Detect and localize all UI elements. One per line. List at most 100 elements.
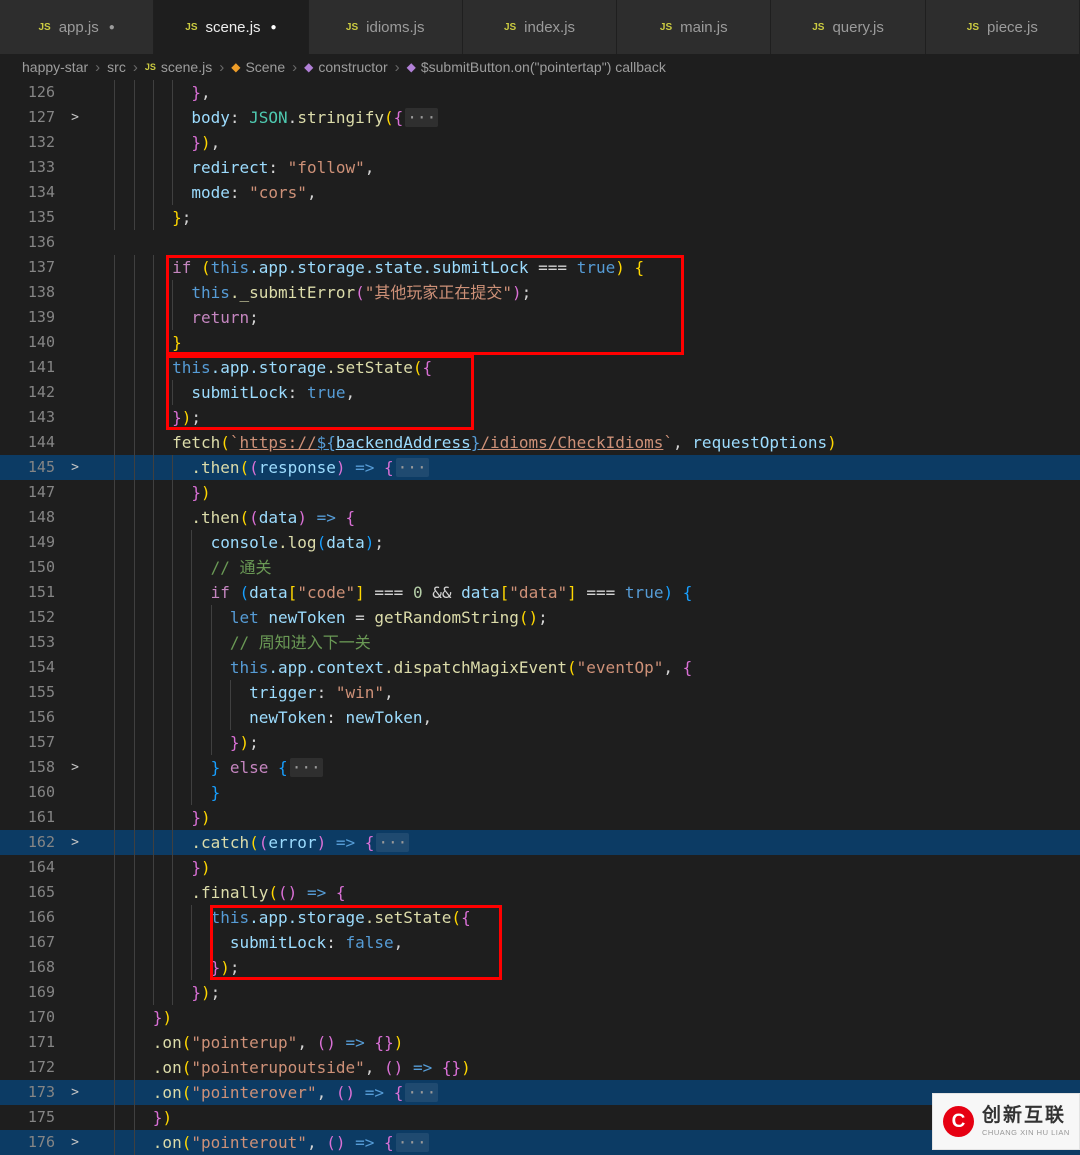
breadcrumb-item[interactable]: src [107,59,126,75]
code-line-154[interactable]: 154 this.app.context.dispatchMagixEvent(… [0,655,1080,680]
breadcrumb-label: $submitButton.on("pointertap") callback [420,59,666,75]
code-text: }); [229,733,259,752]
code-line-134[interactable]: 134 mode: "cors", [0,180,1080,205]
line-number: 164 [27,858,55,876]
code-text: }) [191,808,211,827]
tab-index.js[interactable]: JS index.js [462,0,618,54]
tab-bar: JS app.js ● JS scene.js ● JS idioms.js JS index.j… [0,0,1080,54]
code-line-169[interactable]: 169 }); [0,980,1080,1005]
line-number: 139 [27,308,55,326]
code-line-161[interactable]: 161 }) [0,805,1080,830]
tab-piece.js[interactable]: JS piece.js [925,0,1080,54]
code-line-135[interactable]: 135 }; [0,205,1080,230]
code-line-167[interactable]: 167 submitLock: false, [0,930,1080,955]
breadcrumb-label: scene.js [160,59,213,75]
code-line-143[interactable]: 143 }); [0,405,1080,430]
code-line-166[interactable]: 166 this.app.storage.setState({ [0,905,1080,930]
code-line-176[interactable]: 176 > .on("pointerout", () => {··· [0,1130,1080,1155]
line-number: 166 [27,908,55,926]
watermark-subtitle: CHUANG XIN HU LIAN [982,1128,1070,1137]
code-text: // 通关 [210,558,272,577]
code-text: body: JSON.stringify({··· [191,108,439,127]
tab-scene.js[interactable]: JS scene.js ● [154,0,309,54]
tab-app.js[interactable]: JS app.js ● [0,0,155,54]
line-number: 158 [27,758,55,776]
code-line-171[interactable]: 171 .on("pointerup", () => {}) [0,1030,1080,1055]
code-line-158[interactable]: 158 > } else {··· [0,755,1080,780]
code-line-139[interactable]: 139 return; [0,305,1080,330]
modified-dot-icon[interactable]: ● [271,22,277,33]
breadcrumb-item[interactable]: happy-star [22,59,88,75]
code-line-140[interactable]: 140 } [0,330,1080,355]
tab-main.js[interactable]: JS main.js [617,0,772,54]
modified-dot-icon[interactable]: ● [109,22,115,33]
fold-gutter [55,655,95,680]
code-line-141[interactable]: 141 this.app.storage.setState({ [0,355,1080,380]
code-line-136[interactable]: 136 [0,230,1080,255]
line-number: 169 [27,983,55,1001]
fold-chevron-icon[interactable]: > [55,455,95,480]
tab-query.js[interactable]: JS query.js [771,0,926,54]
code-line-173[interactable]: 173 > .on("pointerover", () => {··· [0,1080,1080,1105]
code-line-126[interactable]: 126 }, [0,80,1080,105]
code-line-164[interactable]: 164 }) [0,855,1080,880]
code-text: .catch((error) => {··· [191,833,410,852]
code-text: }) [152,1108,173,1127]
line-number: 151 [27,583,55,601]
code-line-138[interactable]: 138 this._submitError("其他玩家正在提交"); [0,280,1080,305]
fold-chevron-icon[interactable]: > [55,1130,95,1155]
fold-gutter [55,680,95,705]
fold-gutter [55,355,95,380]
code-line-151[interactable]: 151 if (data["code"] === 0 && data["data… [0,580,1080,605]
code-line-142[interactable]: 142 submitLock: true, [0,380,1080,405]
code-line-165[interactable]: 165 .finally(() => { [0,880,1080,905]
code-text: submitLock: false, [229,933,404,952]
fold-chevron-icon[interactable]: > [55,755,95,780]
code-line-152[interactable]: 152 let newToken = getRandomString(); [0,605,1080,630]
code-line-160[interactable]: 160 } [0,780,1080,805]
code-line-137[interactable]: 137 if (this.app.storage.state.submitLoc… [0,255,1080,280]
fold-chevron-icon[interactable]: > [55,830,95,855]
breadcrumb-item[interactable]: ◆ Scene [231,59,285,75]
code-line-168[interactable]: 168 }); [0,955,1080,980]
js-file-icon: JS [185,21,198,33]
line-number: 144 [27,433,55,451]
code-text: .then((data) => { [191,508,356,527]
code-line-144[interactable]: 144 fetch(`https://${backendAddress}/idi… [0,430,1080,455]
code-line-149[interactable]: 149 console.log(data); [0,530,1080,555]
code-text: }); [172,408,201,427]
method-symbol-icon: ◆ [304,60,314,74]
code-line-172[interactable]: 172 .on("pointerupoutside", () => {}) [0,1055,1080,1080]
fold-gutter [55,1005,95,1030]
tab-label: app.js [58,18,99,36]
js-file-icon: JS [659,21,673,33]
fold-chevron-icon[interactable]: > [55,105,95,130]
code-line-170[interactable]: 170 }) [0,1005,1080,1030]
code-text: .on("pointerover", () => {··· [152,1083,439,1102]
code-line-155[interactable]: 155 trigger: "win", [0,680,1080,705]
tab-idioms.js[interactable]: JS idioms.js [308,0,463,54]
code-line-175[interactable]: 175 }) [0,1105,1080,1130]
code-line-148[interactable]: 148 .then((data) => { [0,505,1080,530]
code-text: }) [152,1008,173,1027]
breadcrumb-item[interactable]: ◆ $submitButton.on("pointertap") callback [407,59,666,75]
line-number: 126 [27,83,55,101]
code-line-162[interactable]: 162 > .catch((error) => {··· [0,830,1080,855]
code-line-157[interactable]: 157 }); [0,730,1080,755]
code-text: } [172,333,182,352]
code-line-145[interactable]: 145 > .then((response) => {··· [0,455,1080,480]
breadcrumb-item[interactable]: ◆ constructor [304,59,387,75]
breadcrumb-item[interactable]: JS scene.js [145,59,212,75]
line-number: 162 [27,833,55,851]
code-line-133[interactable]: 133 redirect: "follow", [0,155,1080,180]
code-line-150[interactable]: 150 // 通关 [0,555,1080,580]
fold-gutter [55,405,95,430]
fold-chevron-icon[interactable]: > [55,1080,95,1105]
code-line-147[interactable]: 147 }) [0,480,1080,505]
code-line-153[interactable]: 153 // 周知进入下一关 [0,630,1080,655]
code-line-127[interactable]: 127 > body: JSON.stringify({··· [0,105,1080,130]
code-text: }) [191,858,211,877]
code-line-132[interactable]: 132 }), [0,130,1080,155]
code-text: mode: "cors", [191,183,317,202]
code-line-156[interactable]: 156 newToken: newToken, [0,705,1080,730]
